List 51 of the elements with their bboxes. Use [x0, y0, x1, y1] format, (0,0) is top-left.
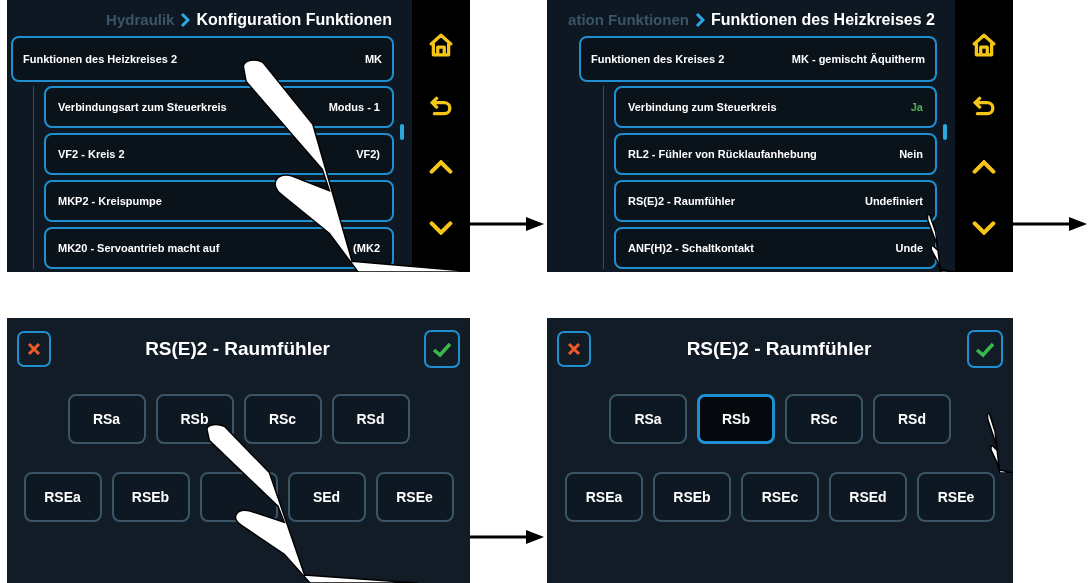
menu-row[interactable]: Verbindungsart zum Steuerkreis Modus - 1 — [44, 86, 394, 128]
option-button[interactable]: SEd — [287, 472, 366, 522]
dialog-title: RS(E)2 - Raumfühler — [686, 336, 872, 361]
chevron-icon — [694, 12, 705, 28]
close-icon — [26, 341, 42, 357]
option-button[interactable]: RSa — [67, 394, 146, 444]
home-icon — [972, 32, 996, 57]
menu-row[interactable]: Funktionen des Heizkreises 2 MK — [11, 36, 394, 82]
option-button[interactable]: RSb — [697, 394, 775, 444]
up-icon — [429, 159, 453, 174]
option-button[interactable]: RSEb — [653, 472, 731, 522]
option-button[interactable]: RSEd — [829, 472, 907, 522]
option-button[interactable]: RSEa — [23, 472, 102, 522]
arrow-icon — [470, 529, 544, 545]
back-icon — [430, 95, 452, 116]
option-button[interactable]: RSEb — [111, 472, 190, 522]
option-button[interactable]: RSEa — [565, 472, 643, 522]
option-button[interactable]: RSd — [873, 394, 951, 444]
confirm-button[interactable] — [967, 330, 1003, 368]
option-button[interactable]: RSEe — [917, 472, 995, 522]
back-icon — [973, 95, 995, 116]
menu-row[interactable]: RS(E)2 - Raumfühler Undefiniert — [614, 180, 937, 222]
screen-title: Funktionen des Heizkreises 2 — [710, 10, 935, 30]
checkmark-icon — [975, 340, 995, 358]
menu-row[interactable]: Verbindung zum Steuerkreis Ja — [614, 86, 937, 128]
menu-row[interactable]: RL2 - Fühler von Rücklaufanhebung Nein — [614, 133, 937, 175]
menu-row[interactable]: VF2 - Kreis 2 VF2) — [44, 133, 394, 175]
menu-row[interactable]: ANF(H)2 - Schaltkontakt Unde — [614, 227, 937, 269]
cancel-button[interactable] — [557, 331, 591, 367]
scrollbar-thumb[interactable] — [943, 124, 947, 140]
cancel-button[interactable] — [17, 331, 51, 367]
screen-title: Konfiguration Funktionen — [196, 10, 392, 30]
option-button[interactable]: RSc — [243, 394, 322, 444]
down-icon — [972, 220, 996, 235]
chevron-icon — [180, 12, 191, 28]
scrollbar-thumb[interactable] — [400, 124, 404, 140]
option-button[interactable]: RSd — [331, 394, 410, 444]
option-button[interactable]: RSEe — [375, 472, 454, 522]
close-icon — [566, 341, 582, 357]
confirm-button[interactable] — [424, 330, 460, 368]
option-button[interactable]: RSa — [609, 394, 687, 444]
down-icon — [429, 220, 453, 235]
option-button[interactable]: RSEc — [741, 472, 819, 522]
checkmark-icon — [432, 340, 452, 358]
up-icon — [972, 159, 996, 174]
menu-row[interactable]: MK20 - Servoantrieb macht auf (MK2 — [44, 227, 394, 269]
dialog-title: RS(E)2 - Raumfühler — [145, 336, 330, 361]
home-icon — [429, 32, 453, 57]
option-button[interactable]: RSc — [785, 394, 863, 444]
menu-row[interactable]: Funktionen des Kreises 2 MK - gemischt Äquitherm — [579, 36, 937, 82]
pointing-hand-overlay — [987, 413, 1013, 473]
